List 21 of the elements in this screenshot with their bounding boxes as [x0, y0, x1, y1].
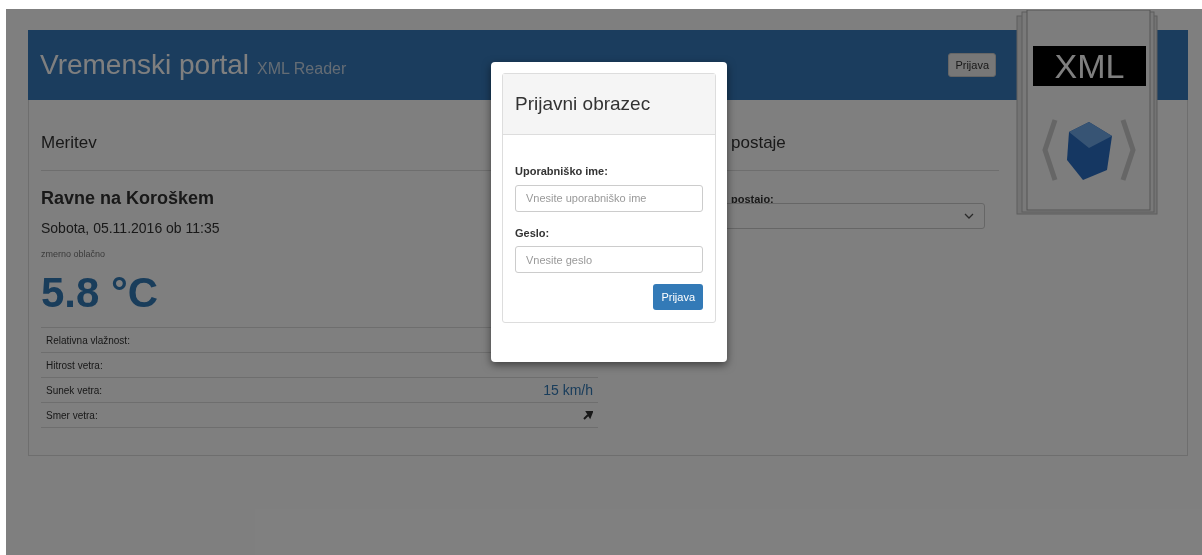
location-name: Ravne na Koroškem [41, 186, 215, 210]
site-title: Vremenski portal [40, 48, 250, 82]
weather-condition: zmerno oblačno [41, 247, 106, 261]
wind-direction-icon [583, 410, 593, 420]
measurement-value: 15 km/h [543, 380, 593, 400]
password-field[interactable]: Vnesite geslo [515, 246, 703, 273]
temperature: 5.8 °C [41, 269, 159, 317]
date-time: Sobota, 05.11.2016 ob 11:35 [41, 218, 220, 238]
measurement-label: Relativna vlažnost: [46, 333, 130, 348]
site-subtitle: XML Reader [257, 59, 347, 79]
dialog-title: Prijavni obrazec [515, 91, 651, 116]
measurement-label: Hitrost vetra: [46, 358, 103, 373]
chevron-down-icon [964, 213, 974, 219]
submit-button[interactable]: Prijava [653, 284, 703, 310]
measurement-label: Smer vetra: [46, 408, 98, 423]
field-label: postajo: [731, 191, 775, 207]
measurement-label: Sunek vetra: [46, 383, 103, 398]
logo-label: XML [1033, 46, 1146, 86]
field-label: Geslo: [515, 225, 551, 241]
username-field[interactable]: Vnesite uporabniško ime [515, 184, 703, 212]
login-button[interactable]: Prijava [948, 53, 996, 77]
